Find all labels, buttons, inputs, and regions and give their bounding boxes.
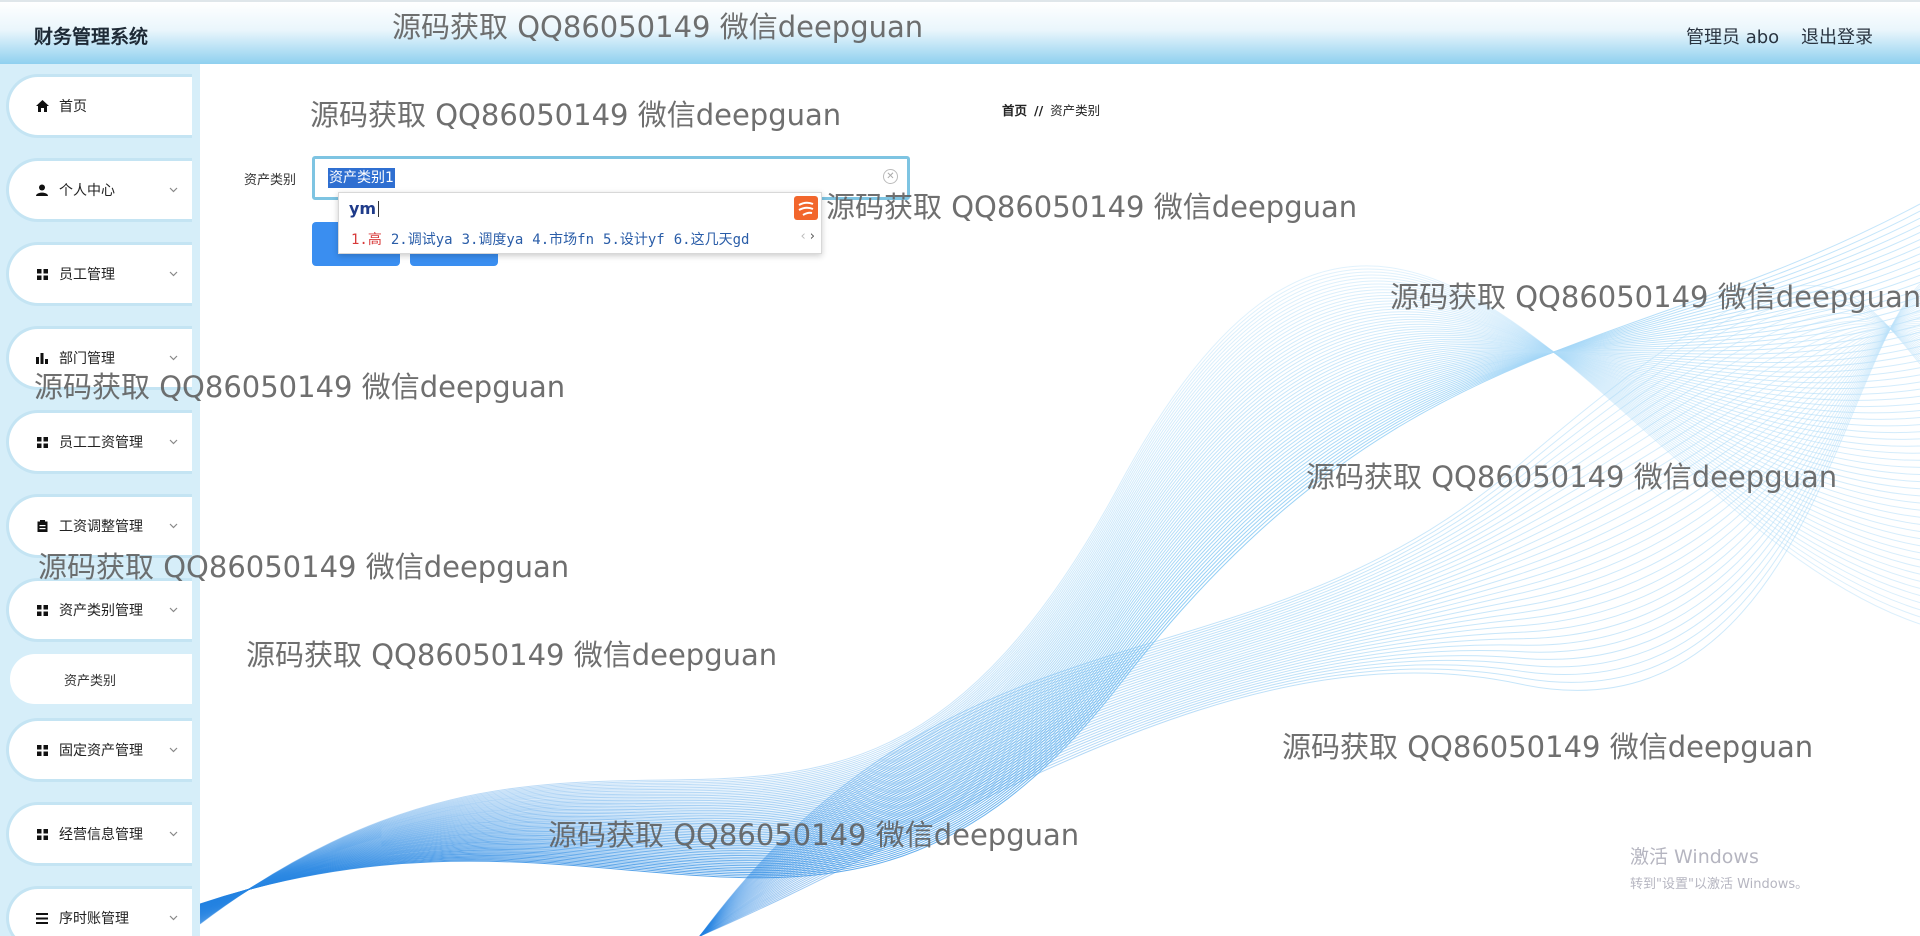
logout-link[interactable]: 退出登录 — [1801, 23, 1873, 49]
sidebar-item-business-info[interactable]: 经营信息管理 — [6, 802, 192, 866]
sidebar-item-asset-category[interactable]: 资产类别管理 — [6, 578, 192, 642]
ime-candidate[interactable]: 6.这几天gd — [674, 232, 750, 248]
breadcrumb-separator: // — [1034, 103, 1044, 118]
grid-icon — [35, 743, 49, 757]
chevron-down-icon — [169, 355, 178, 361]
ime-composition: ym — [349, 199, 380, 218]
grid-icon — [35, 827, 49, 841]
breadcrumb: 首页 // 资产类别 — [1002, 100, 1100, 119]
asset-category-label: 资产类别 — [244, 173, 297, 188]
sidebar-item-home[interactable]: 首页 — [6, 74, 192, 138]
sidebar-item-label: 序时账管理 — [59, 911, 129, 927]
asset-category-value: 资产类别1 — [328, 168, 395, 188]
activate-subtitle: 转到"设置"以激活 Windows。 — [1630, 877, 1809, 892]
ime-candidate[interactable]: 4.市场fn — [532, 232, 594, 248]
sidebar-item-label: 首页 — [59, 99, 87, 115]
sidebar-item-label: 经营信息管理 — [59, 827, 143, 843]
sidebar-item-journal[interactable]: 序时账管理 — [6, 886, 192, 936]
ime-candidate[interactable]: 3.调度ya — [462, 232, 524, 248]
list-icon — [35, 911, 49, 925]
chevron-down-icon — [169, 607, 178, 613]
sidebar-item-label: 部门管理 — [59, 351, 115, 367]
ime-candidates: 1.高 2.调试ya 3.调度ya 4.市场fn 5.设计yf 6.这几天gd — [351, 229, 758, 249]
chevron-down-icon — [169, 187, 178, 193]
ime-candidate[interactable]: 1.高 — [351, 232, 382, 248]
sidebar: 首页 个人中心 员工管理 部门管理 员工工资管理 工资调整管理 资产类别管理 资… — [0, 64, 200, 936]
ime-page-nav[interactable]: ‹ › — [800, 229, 815, 244]
grid-icon — [35, 435, 49, 449]
ime-composition-text: ym — [349, 199, 377, 218]
sidebar-item-label: 个人中心 — [59, 183, 115, 199]
home-icon — [35, 99, 49, 113]
top-header: 财务管理系统 管理员 abo 退出登录 — [0, 0, 1920, 64]
chevron-down-icon — [169, 747, 178, 753]
current-user: 管理员 abo — [1686, 27, 1780, 48]
sidebar-item-label: 员工管理 — [59, 267, 115, 283]
sidebar-item-label: 工资调整管理 — [59, 519, 143, 535]
chevron-down-icon — [169, 523, 178, 529]
grid-icon — [35, 267, 49, 281]
chevron-down-icon — [169, 915, 178, 921]
windows-activation-notice: 激活 Windows 转到"设置"以激活 Windows。 — [1630, 842, 1808, 892]
ime-candidate[interactable]: 5.设计yf — [603, 232, 665, 248]
breadcrumb-current: 资产类别 — [1050, 103, 1101, 118]
chevron-down-icon — [169, 831, 178, 837]
activate-title: 激活 Windows — [1630, 846, 1759, 868]
breadcrumb-home[interactable]: 首页 — [1002, 103, 1027, 118]
bar-chart-icon — [35, 351, 49, 365]
sidebar-item-label: 员工工资管理 — [59, 435, 143, 451]
sidebar-item-salary[interactable]: 员工工资管理 — [6, 410, 192, 474]
app-title: 财务管理系统 — [34, 26, 149, 48]
chevron-right-icon[interactable]: › — [810, 229, 815, 244]
sidebar-item-label: 固定资产管理 — [59, 743, 143, 759]
ime-candidate[interactable]: 2.调试ya — [391, 232, 453, 248]
clear-icon[interactable]: ✕ — [883, 169, 898, 184]
sidebar-item-employees[interactable]: 员工管理 — [6, 242, 192, 306]
clipboard-icon — [35, 519, 49, 533]
sidebar-item-profile[interactable]: 个人中心 — [6, 158, 192, 222]
sidebar-item-label: 资产类别管理 — [59, 603, 143, 619]
text-caret — [378, 201, 380, 217]
main-content: 首页 // 资产类别 资产类别 资产类别1 ✕ ym 1.高 2.调试ya 3.调度ya… — [200, 64, 1920, 936]
chevron-down-icon — [169, 271, 178, 277]
ime-candidate-window: ym 1.高 2.调试ya 3.调度ya 4.市场fn 5.设计yf 6.这几天gd ‹ … — [338, 192, 822, 254]
user-icon — [35, 183, 49, 197]
sidebar-item-departments[interactable]: 部门管理 — [6, 326, 192, 390]
grid-icon — [35, 603, 49, 617]
chevron-left-icon[interactable]: ‹ — [800, 229, 805, 244]
sidebar-subitem-asset-category[interactable]: 资产类别 — [10, 654, 192, 704]
sidebar-item-salary-adjust[interactable]: 工资调整管理 — [6, 494, 192, 558]
sidebar-item-fixed-assets[interactable]: 固定资产管理 — [6, 718, 192, 782]
chevron-down-icon — [169, 439, 178, 445]
ime-logo-icon — [794, 196, 818, 220]
